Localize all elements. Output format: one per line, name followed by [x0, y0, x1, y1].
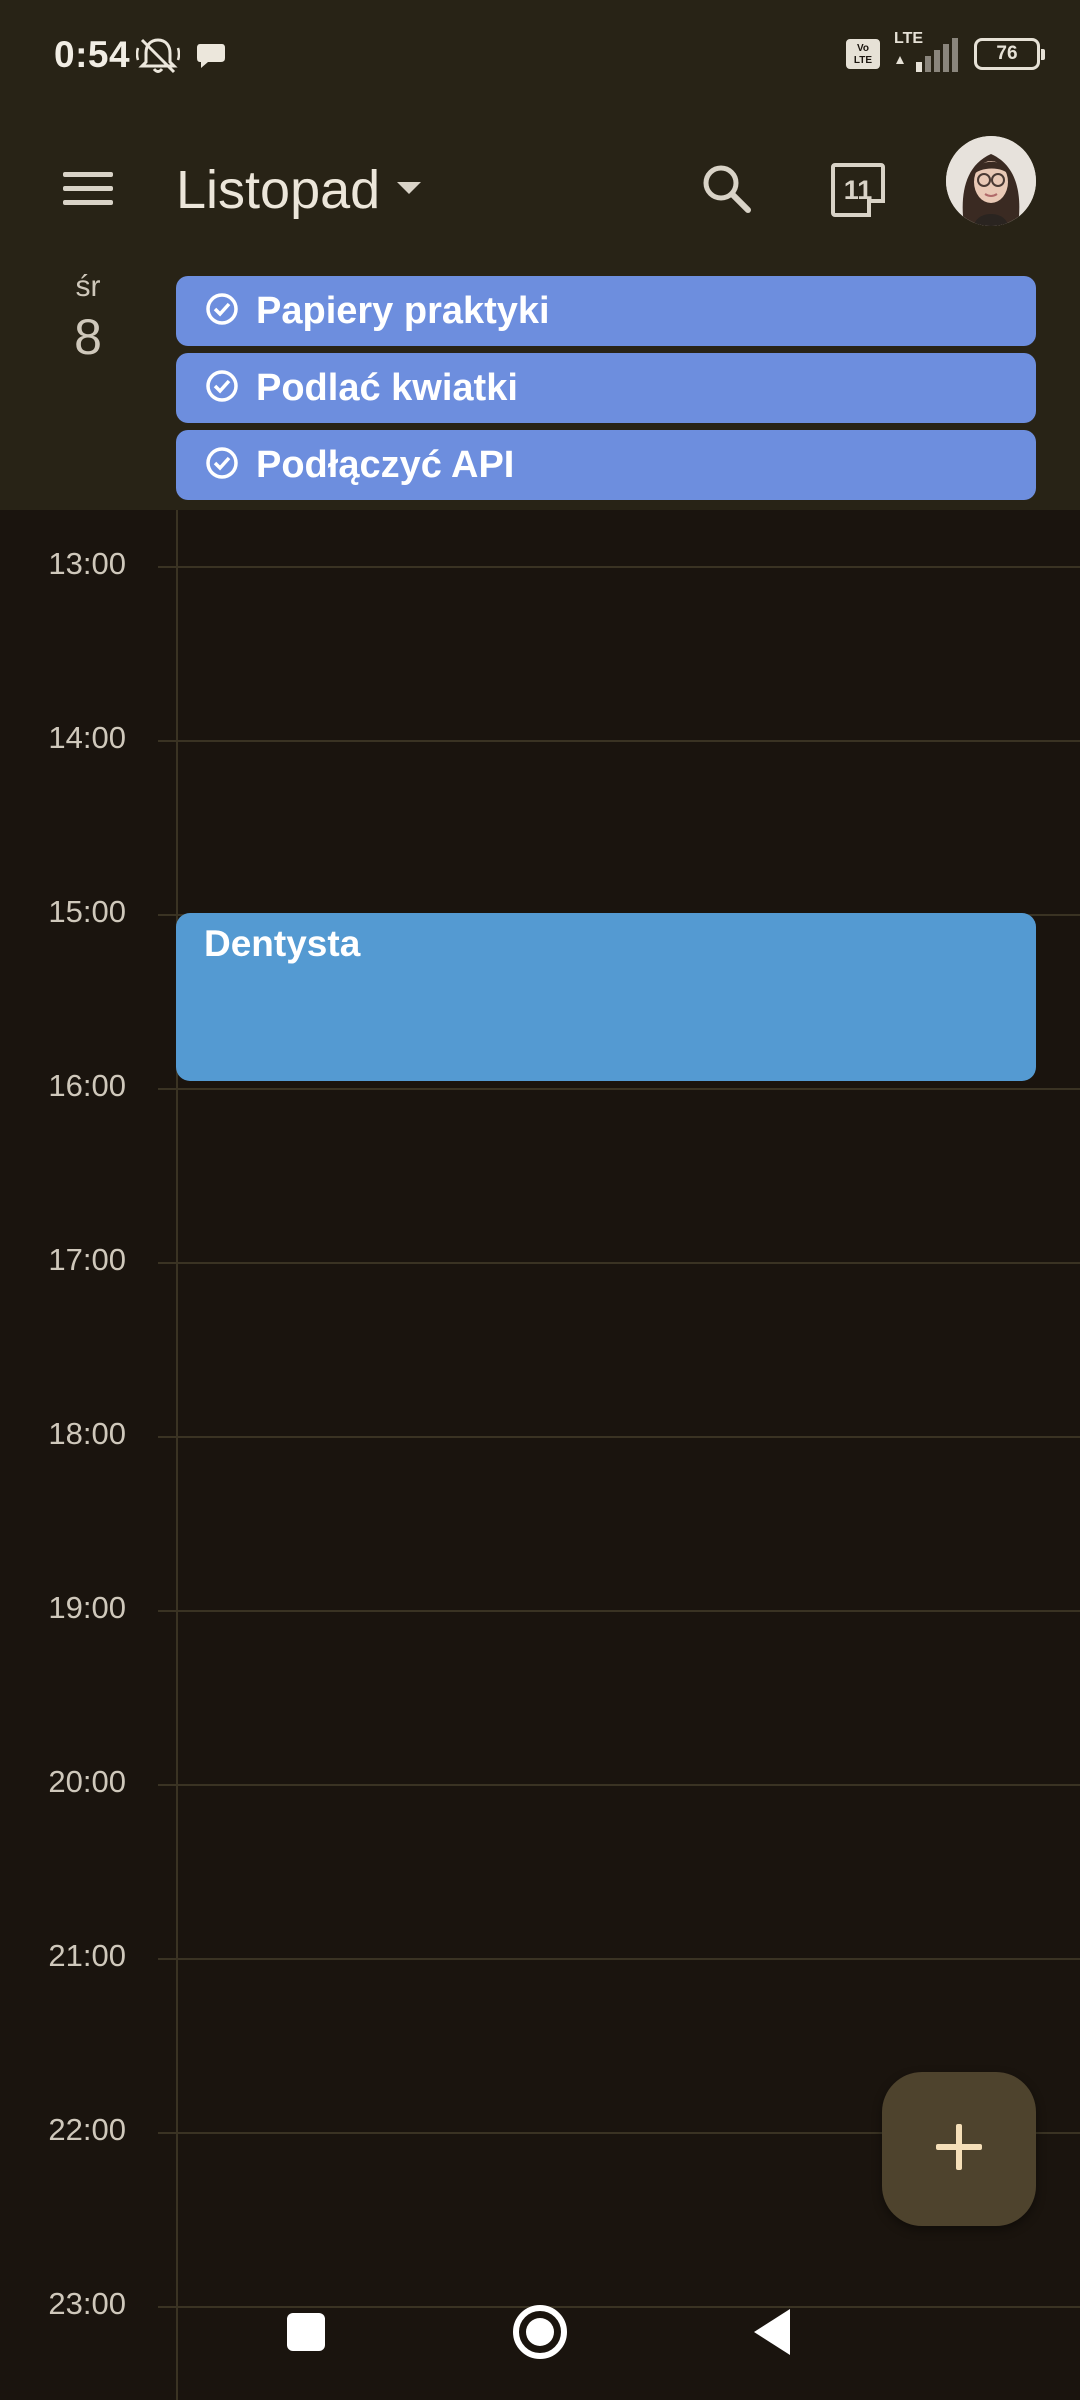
- recents-square-icon: [285, 2311, 327, 2358]
- task-check-icon: [204, 368, 240, 409]
- hour-line: [158, 1088, 1080, 1090]
- back-button[interactable]: [732, 2294, 812, 2374]
- task-label: Podlać kwiatki: [256, 366, 518, 409]
- calendar-today-icon: 11: [831, 163, 885, 217]
- chat-bubble-icon: [194, 40, 228, 77]
- today-date: 11: [843, 174, 873, 205]
- event-card[interactable]: Dentysta: [176, 913, 1036, 1081]
- back-triangle-icon: [750, 2307, 794, 2362]
- battery-level: 76: [996, 43, 1018, 64]
- battery-icon: 76: [974, 38, 1045, 70]
- task-chip[interactable]: Papiery praktyki: [176, 276, 1036, 346]
- hour-line: [158, 1262, 1080, 1264]
- hamburger-menu-icon: [61, 168, 115, 213]
- hour-line: [158, 1436, 1080, 1438]
- hour-label: 14:00: [48, 720, 126, 755]
- hour-label: 13:00: [48, 546, 126, 581]
- plus-icon: [934, 2122, 984, 2177]
- month-title: Listopad: [176, 160, 381, 220]
- hour-label: 21:00: [48, 1938, 126, 1973]
- dropdown-arrow-icon: [396, 180, 422, 201]
- menu-button[interactable]: [48, 150, 128, 230]
- volte-icon: Vo LTE: [846, 39, 880, 69]
- recents-button[interactable]: [266, 2294, 346, 2374]
- today-button[interactable]: 11: [818, 150, 898, 230]
- task-label: Papiery praktyki: [256, 289, 550, 332]
- day-number[interactable]: 8: [0, 308, 176, 366]
- search-button[interactable]: [686, 150, 766, 230]
- status-bar: 0:54 Vo LTE LTE 76: [0, 0, 1080, 120]
- bell-off-icon: [135, 36, 181, 81]
- task-chip[interactable]: Podlać kwiatki: [176, 353, 1036, 423]
- hour-label: 17:00: [48, 1242, 126, 1277]
- hour-label: 18:00: [48, 1416, 126, 1451]
- hour-line: [158, 1958, 1080, 1960]
- hour-label: 22:00: [48, 2112, 126, 2147]
- search-icon: [700, 162, 752, 219]
- event-title: Dentysta: [204, 923, 361, 964]
- hour-label: 15:00: [48, 894, 126, 929]
- month-selector[interactable]: Listopad: [176, 150, 422, 230]
- home-circle-icon: [511, 2303, 569, 2366]
- hour-label: 20:00: [48, 1764, 126, 1799]
- avatar-image: [946, 136, 1036, 226]
- hour-label: 19:00: [48, 1590, 126, 1625]
- home-button[interactable]: [500, 2294, 580, 2374]
- account-avatar[interactable]: [946, 136, 1036, 226]
- day-weekday: śr: [75, 270, 101, 303]
- hour-line: [158, 1610, 1080, 1612]
- hour-line: [158, 566, 1080, 568]
- hour-line: [158, 1784, 1080, 1786]
- grid-divider: [176, 510, 178, 2400]
- task-chip[interactable]: Podłączyć API: [176, 430, 1036, 500]
- create-event-button[interactable]: [882, 2072, 1036, 2226]
- system-nav-bar: [0, 2280, 1080, 2380]
- task-check-icon: [204, 291, 240, 332]
- app-bar: Listopad 11: [0, 120, 1080, 270]
- hour-label: 16:00: [48, 1068, 126, 1103]
- task-label: Podłączyć API: [256, 443, 515, 486]
- signal-icon: LTE: [892, 30, 962, 74]
- status-time: 0:54: [54, 34, 131, 75]
- task-check-icon: [204, 445, 240, 486]
- hour-line: [158, 740, 1080, 742]
